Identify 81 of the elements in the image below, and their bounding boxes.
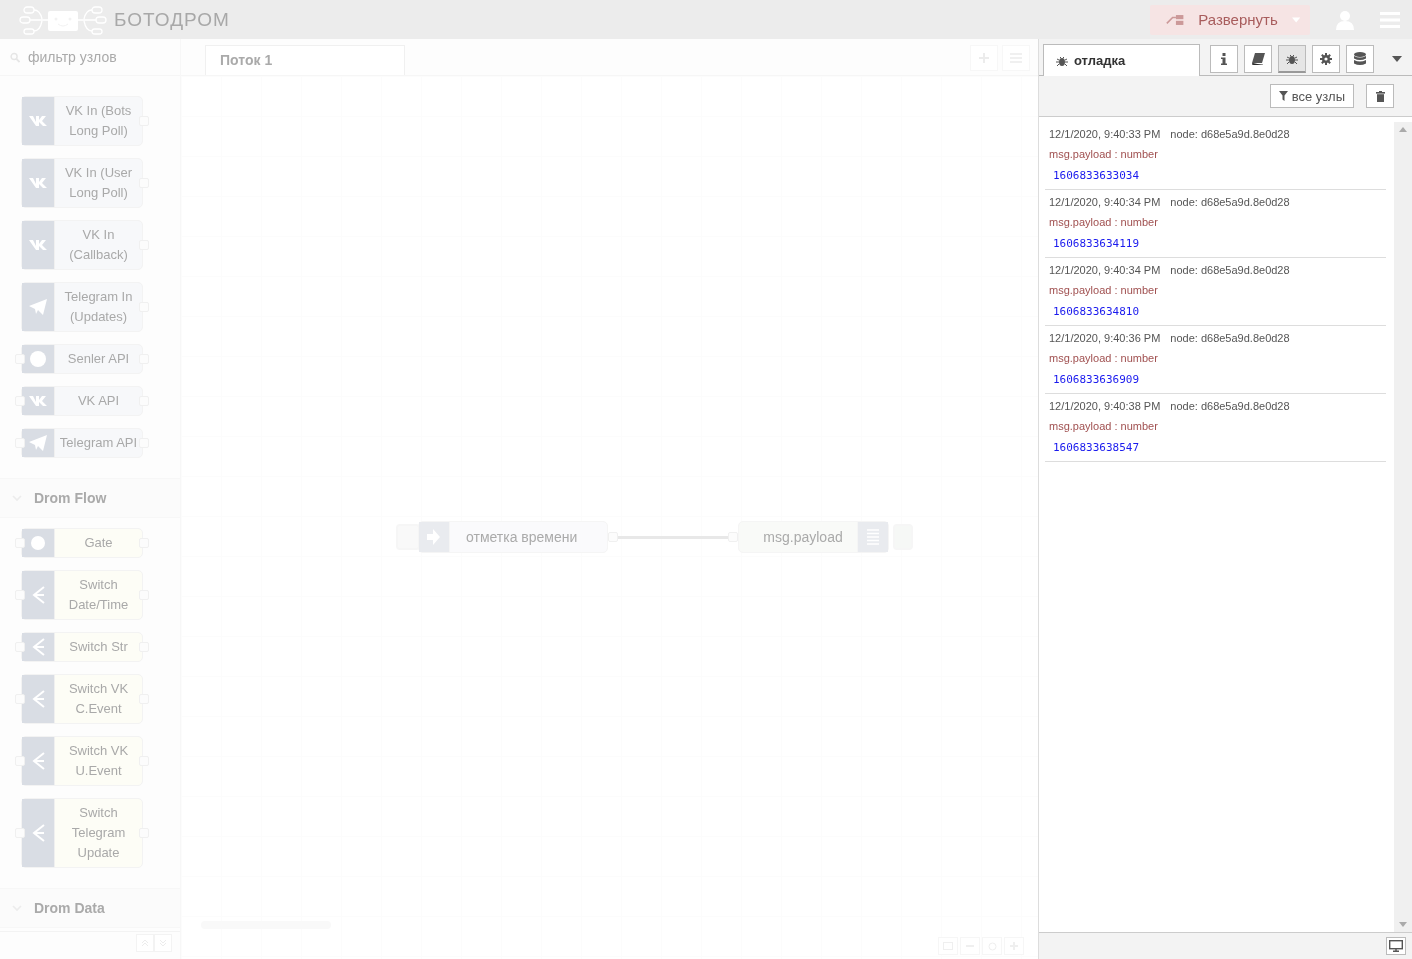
vertical-scrollbar[interactable] [1394, 122, 1412, 932]
branch-icon [31, 752, 45, 770]
inject-node[interactable]: отметка времени [418, 521, 609, 553]
message-time: 12/1/2020, 9:40:36 PM [1049, 331, 1161, 346]
message-time: 12/1/2020, 9:40:34 PM [1049, 195, 1161, 210]
message-value: 1606833634810 [1053, 304, 1141, 320]
palette-node[interactable]: Senler API [21, 344, 143, 374]
paper-plane-icon [29, 299, 47, 315]
palette-node[interactable]: Switch Telegram Update [21, 798, 143, 868]
message-value: 1606833633034 [1053, 168, 1141, 184]
database-tool-button[interactable] [1346, 45, 1374, 73]
message-meta: msg.payload : number [1049, 351, 1159, 366]
palette-node[interactable]: Switch VK C.Event [21, 674, 143, 724]
scroll-down-icon[interactable] [1399, 922, 1407, 927]
book-tool-button[interactable] [1244, 45, 1272, 73]
settings-icon [1320, 53, 1332, 65]
bug-icon [1056, 54, 1068, 67]
palette-category[interactable]: Drom Flow [0, 478, 180, 518]
palette-node[interactable]: Telegram API [21, 428, 143, 458]
gear-tool-button[interactable] [1312, 45, 1340, 73]
branch-icon [31, 586, 45, 604]
paper-plane-icon [29, 435, 47, 451]
message-value: 1606833634119 [1053, 236, 1141, 252]
palette-category[interactable]: Drom Data [0, 888, 180, 928]
message-meta: msg.payload : number [1049, 215, 1159, 230]
vk-icon [29, 177, 47, 189]
category-label: Drom Flow [34, 490, 107, 506]
message-value: 1606833638547 [1053, 440, 1141, 456]
category-label: Drom Data [34, 900, 105, 916]
palette-node[interactable]: Switch Date/Time [21, 570, 143, 620]
funnel-icon [1278, 91, 1288, 101]
palette-node[interactable]: Switch Str [21, 632, 143, 662]
debug-tab[interactable]: отладка [1043, 44, 1200, 76]
message-node[interactable]: node: d68e5a9d.8e0d28 [1170, 398, 1290, 414]
brand-name: БОТОДРОМ [114, 8, 230, 31]
flow-tab[interactable]: Поток 1 [205, 45, 405, 75]
caret-icon [1291, 16, 1300, 23]
deploy-icon [1166, 12, 1185, 27]
message-node[interactable]: node: d68e5a9d.8e0d28 [1170, 330, 1290, 346]
message-node[interactable]: node: d68e5a9d.8e0d28 [1170, 126, 1290, 142]
branch-icon [31, 638, 45, 656]
trash-icon [1375, 90, 1385, 102]
circle-icon [30, 351, 46, 367]
palette-node[interactable]: Gate [21, 528, 143, 558]
scroll-up-icon[interactable] [1399, 127, 1407, 132]
palette-node[interactable]: Switch VK U.Event [21, 736, 143, 786]
vk-icon [29, 239, 47, 251]
open-window-button[interactable] [1386, 937, 1406, 955]
message-node[interactable]: node: d68e5a9d.8e0d28 [1170, 194, 1290, 210]
message-time: 12/1/2020, 9:40:38 PM [1049, 399, 1161, 414]
vk-icon [29, 395, 47, 407]
clear-messages-button[interactable] [1366, 84, 1394, 108]
message-time: 12/1/2020, 9:40:33 PM [1049, 127, 1161, 142]
circle-icon [31, 536, 45, 550]
palette-node[interactable]: VK In (Bots Long Poll) [21, 96, 143, 146]
debug-node[interactable]: msg.payload [738, 521, 889, 553]
bug-tool-button[interactable] [1278, 45, 1306, 73]
message-meta: msg.payload : number [1049, 419, 1159, 434]
node-filter-button[interactable]: все узлы [1269, 84, 1354, 108]
caret-icon[interactable] [1392, 56, 1402, 62]
info-tool-button[interactable] [1210, 45, 1238, 73]
message-node[interactable]: node: d68e5a9d.8e0d28 [1170, 262, 1290, 278]
palette-node[interactable]: VK In (Callback) [21, 220, 143, 270]
message-meta: msg.payload : number [1049, 283, 1159, 298]
palette-node[interactable]: VK In (User Long Poll) [21, 158, 143, 208]
palette-node[interactable]: VK API [21, 386, 143, 416]
bug-icon [1286, 52, 1298, 65]
vk-icon [29, 115, 47, 127]
book-icon [1251, 53, 1265, 65]
info-icon [1221, 53, 1227, 65]
branch-icon [31, 824, 45, 842]
node-filter-field[interactable]: фильтр узлов [26, 48, 170, 66]
palette-node[interactable]: Telegram In (Updates) [21, 282, 143, 332]
message-value: 1606833636909 [1053, 372, 1141, 388]
monitor-icon [1389, 940, 1403, 952]
message-meta: msg.payload : number [1049, 147, 1159, 162]
branch-icon [31, 690, 45, 708]
message-time: 12/1/2020, 9:40:34 PM [1049, 263, 1161, 278]
database-icon [1354, 52, 1366, 66]
deploy-button[interactable]: Развернуть [1150, 4, 1310, 35]
search-icon [10, 51, 20, 63]
